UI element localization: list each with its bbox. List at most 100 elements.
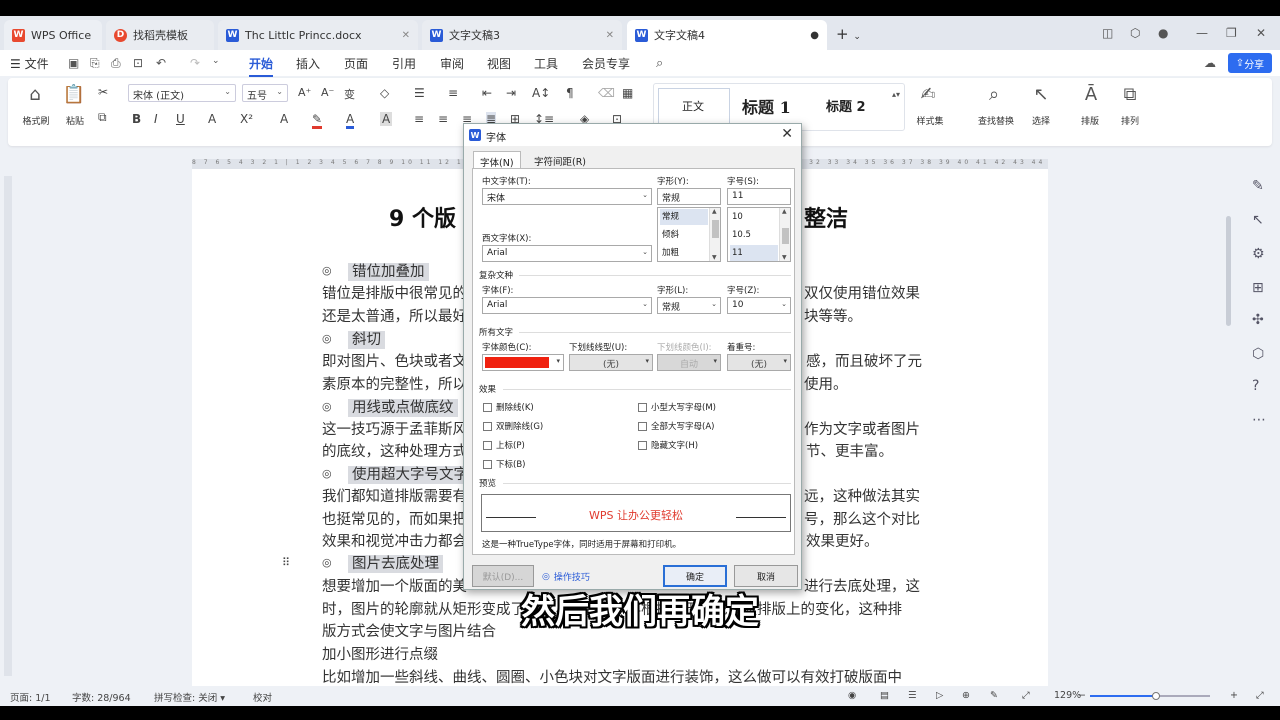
layout-tool-icon[interactable]: Ā bbox=[1076, 84, 1106, 105]
layout-icon[interactable]: ◫ bbox=[1102, 26, 1113, 40]
bold-icon[interactable]: B bbox=[132, 112, 141, 126]
style-heading-1[interactable]: 标题 1 bbox=[742, 94, 791, 118]
grid-icon[interactable]: ⊞ bbox=[1252, 280, 1264, 296]
cloud-icon[interactable]: ☁ bbox=[1204, 56, 1216, 70]
size-listbox[interactable]: 10 10.5 11 ▲ ▼ bbox=[727, 207, 791, 262]
outline-icon[interactable]: ☰ bbox=[908, 690, 917, 701]
text-effect-icon[interactable]: A bbox=[280, 112, 288, 126]
magic-icon[interactable]: ✣ bbox=[1252, 312, 1264, 328]
word-count[interactable]: 字数: 28/964 bbox=[72, 690, 131, 704]
tab-close-icon[interactable]: ✕ bbox=[402, 30, 410, 41]
redo-icon[interactable]: ↷ bbox=[190, 56, 200, 70]
zoom-in-icon[interactable]: + bbox=[1230, 690, 1238, 701]
close-window-icon[interactable]: ✕ bbox=[1256, 26, 1266, 40]
settings-sliders-icon[interactable]: ⚙ bbox=[1252, 246, 1265, 262]
table-icon[interactable]: ▦ bbox=[622, 86, 633, 100]
style-input[interactable]: 常规 bbox=[657, 188, 721, 205]
page-count[interactable]: 页面: 1/1 bbox=[10, 690, 51, 704]
tab-docer-templates[interactable]: D 找稻壳模板 bbox=[106, 20, 214, 50]
checkbox-box[interactable] bbox=[483, 459, 492, 469]
superscript-icon[interactable]: X² bbox=[240, 112, 253, 126]
tips-link[interactable]: ◎ 操作技巧 bbox=[542, 570, 590, 584]
tab-unsaved-dot-icon[interactable]: ● bbox=[810, 30, 819, 41]
tab-wps-office[interactable]: W WPS Office bbox=[4, 20, 102, 50]
layout-label[interactable]: 排版 bbox=[1072, 114, 1108, 127]
italic-icon[interactable]: I bbox=[154, 112, 158, 126]
style-option-regular[interactable]: 常规 bbox=[660, 209, 708, 225]
size-option[interactable]: 10 bbox=[730, 209, 778, 225]
scroll-thumb[interactable] bbox=[712, 220, 719, 238]
menu-tools[interactable]: 工具 bbox=[534, 55, 558, 72]
hidden-text-checkbox[interactable]: 隐藏文字(H) bbox=[638, 439, 698, 451]
style-heading-2[interactable]: 标题 2 bbox=[826, 96, 866, 115]
scroll-down-icon[interactable]: ▼ bbox=[712, 254, 717, 261]
export-pdf-icon[interactable]: ⎘ bbox=[90, 56, 100, 71]
show-marks-icon[interactable]: ¶ bbox=[566, 86, 574, 100]
share-button[interactable]: ⇪ 分享 bbox=[1228, 53, 1272, 73]
restore-icon[interactable]: ❐ bbox=[1226, 26, 1237, 40]
numbering-icon[interactable]: ≡ bbox=[448, 86, 458, 100]
scrollbar[interactable]: ▲ ▼ bbox=[779, 208, 790, 261]
arrange-label[interactable]: 排列 bbox=[1112, 114, 1148, 127]
style-normal[interactable]: 正文 bbox=[682, 98, 704, 114]
paste-icon[interactable]: 📋 bbox=[59, 84, 89, 105]
font-color-select[interactable]: ▾ bbox=[482, 354, 564, 371]
style-set-label[interactable]: 样式集 bbox=[906, 114, 954, 127]
find-replace-icon[interactable]: ⌕ bbox=[979, 84, 1009, 105]
decrease-indent-icon[interactable]: ⇤ bbox=[482, 86, 492, 100]
scrollbar[interactable]: ▲ ▼ bbox=[709, 208, 720, 261]
all-caps-checkbox[interactable]: 全部大写字母(A) bbox=[638, 420, 714, 432]
size-input[interactable]: 11 bbox=[727, 188, 791, 205]
char-shading-icon[interactable]: A bbox=[380, 112, 393, 126]
fullscreen-icon[interactable]: ⤢ bbox=[1256, 690, 1264, 701]
checkbox-box[interactable] bbox=[483, 440, 492, 450]
style-set-icon[interactable]: ✍ bbox=[913, 84, 943, 105]
select-icon[interactable]: ↖ bbox=[1026, 84, 1056, 105]
checkbox-box[interactable] bbox=[483, 402, 492, 412]
format-painter-icon[interactable]: ⌂ bbox=[20, 84, 50, 105]
more-icon[interactable]: ⋯ bbox=[1252, 412, 1266, 428]
superscript-checkbox[interactable]: 上标(P) bbox=[483, 439, 525, 451]
increase-indent-icon[interactable]: ⇥ bbox=[506, 86, 516, 100]
strikethrough-icon[interactable]: A bbox=[208, 112, 216, 126]
vertical-scrollbar[interactable] bbox=[1226, 216, 1231, 326]
style-option-italic[interactable]: 倾斜 bbox=[660, 227, 708, 243]
eraser-icon[interactable]: ⌫ bbox=[598, 86, 615, 100]
scroll-thumb[interactable] bbox=[782, 228, 789, 244]
tab-close-icon[interactable]: ✕ bbox=[606, 30, 614, 41]
menu-page[interactable]: 页面 bbox=[344, 55, 368, 72]
page-view-icon[interactable]: ▤ bbox=[880, 690, 889, 701]
underline-icon[interactable]: U bbox=[176, 112, 185, 126]
complex-style-select[interactable]: 常规 ⌄ bbox=[657, 297, 721, 314]
underline-style-select[interactable]: (无) ▾ bbox=[569, 354, 653, 371]
font-name-select[interactable]: 宋体 (正文) ⌄ bbox=[128, 84, 236, 102]
scroll-down-icon[interactable]: ▼ bbox=[782, 254, 787, 261]
web-icon[interactable]: ⊕ bbox=[962, 690, 970, 701]
find-replace-label[interactable]: 查找替换 bbox=[966, 114, 1026, 127]
menu-member[interactable]: 会员专享 bbox=[582, 55, 630, 72]
close-icon[interactable]: ✕ bbox=[781, 126, 793, 142]
copy-icon[interactable]: ⧉ bbox=[98, 110, 107, 125]
arrange-icon[interactable]: ⧉ bbox=[1115, 84, 1145, 105]
minimize-icon[interactable]: — bbox=[1196, 26, 1208, 40]
cube-tool-icon[interactable]: ⬡ bbox=[1252, 346, 1264, 362]
sort-icon[interactable]: A↕ bbox=[532, 86, 550, 100]
emphasis-select[interactable]: (无) ▾ bbox=[727, 354, 791, 371]
phonetic-icon[interactable]: 变 bbox=[344, 86, 355, 102]
complex-font-select[interactable]: Arial ⌄ bbox=[482, 297, 652, 314]
cube-icon[interactable]: ⬡ bbox=[1130, 26, 1140, 40]
tab-doc3[interactable]: W 文字文稿3 ✕ bbox=[422, 20, 622, 50]
eye-icon[interactable]: ◉ bbox=[848, 690, 856, 701]
highlight-icon[interactable]: ✎ bbox=[312, 112, 323, 129]
subscript-checkbox[interactable]: 下标(B) bbox=[483, 458, 525, 470]
size-option[interactable]: 10.5 bbox=[730, 227, 778, 243]
grow-font-icon[interactable]: A⁺ bbox=[298, 86, 311, 99]
fit-icon[interactable]: ⤢ bbox=[1022, 690, 1030, 701]
new-tab-button[interactable]: + ⌄ bbox=[836, 25, 861, 43]
cursor-icon[interactable]: ↖ bbox=[1252, 212, 1264, 228]
paste-label[interactable]: 粘贴 bbox=[58, 114, 92, 127]
proofread[interactable]: 校对 bbox=[253, 690, 272, 704]
checkbox-box[interactable] bbox=[638, 440, 647, 450]
print-preview-icon[interactable]: ⊡ bbox=[133, 56, 143, 70]
select-label[interactable]: 选择 bbox=[1024, 114, 1058, 127]
